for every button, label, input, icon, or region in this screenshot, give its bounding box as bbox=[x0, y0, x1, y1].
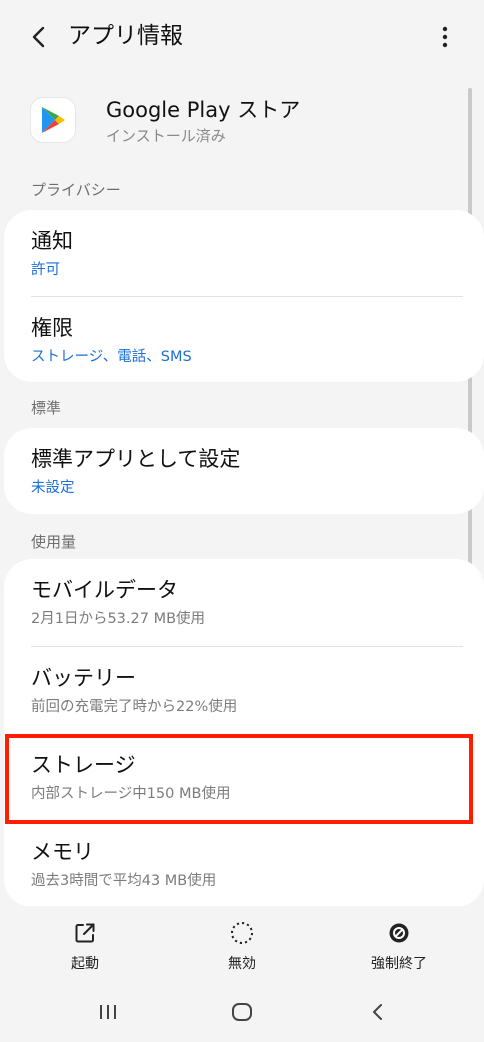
section-header-usage: 使用量 bbox=[31, 533, 77, 551]
open-button[interactable]: 起動 bbox=[40, 916, 130, 976]
recent-apps-button[interactable] bbox=[78, 994, 138, 1030]
battery-item[interactable]: バッテリー 前回の充電完了時から22%使用 bbox=[4, 647, 484, 734]
mobile-data-title: モバイルデータ bbox=[31, 578, 178, 602]
disable-circle-icon bbox=[231, 922, 253, 944]
google-play-icon bbox=[31, 98, 75, 142]
disable-button[interactable]: 無効 bbox=[197, 916, 287, 976]
home-button[interactable] bbox=[212, 994, 272, 1030]
permissions-item[interactable]: 権限 ストレージ、電話、SMS bbox=[4, 297, 484, 382]
set-default-app-value: 未設定 bbox=[31, 480, 75, 496]
memory-value: 過去3時間で平均43 MB使用 bbox=[31, 873, 217, 889]
storage-highlight-box bbox=[5, 734, 473, 824]
permissions-value: ストレージ、電話、SMS bbox=[31, 349, 192, 365]
disable-label: 無効 bbox=[228, 956, 256, 972]
open-external-icon bbox=[75, 923, 95, 943]
back-button[interactable] bbox=[22, 20, 56, 54]
app-install-status: インストール済み bbox=[106, 127, 226, 145]
nav-back-button[interactable] bbox=[348, 994, 408, 1030]
app-name: Google Play ストア bbox=[106, 98, 301, 122]
nav-back-icon bbox=[373, 1004, 382, 1020]
bottom-action-bar: 起動 無効 強制終了 bbox=[0, 906, 484, 982]
permissions-title: 権限 bbox=[31, 316, 73, 340]
more-options-button[interactable] bbox=[430, 20, 460, 54]
force-stop-button[interactable]: 強制終了 bbox=[354, 916, 444, 976]
mobile-data-item[interactable]: モバイルデータ 2月1日から53.27 MB使用 bbox=[4, 559, 484, 646]
defaults-card: 標準アプリとして設定 未設定 bbox=[4, 428, 484, 514]
section-header-privacy: プライバシー bbox=[31, 181, 121, 199]
memory-item[interactable]: メモリ 過去3時間で平均43 MB使用 bbox=[4, 821, 484, 907]
page-title: アプリ情報 bbox=[68, 23, 183, 49]
chevron-left-icon bbox=[32, 26, 45, 48]
set-default-app-title: 標準アプリとして設定 bbox=[31, 447, 241, 471]
recent-apps-icon bbox=[100, 1005, 116, 1019]
notifications-item[interactable]: 通知 許可 bbox=[4, 210, 484, 296]
set-default-app-item[interactable]: 標準アプリとして設定 未設定 bbox=[4, 428, 484, 514]
more-vert-icon bbox=[442, 26, 448, 48]
notifications-value: 許可 bbox=[31, 262, 60, 278]
privacy-card: 通知 許可 権限 ストレージ、電話、SMS bbox=[4, 210, 484, 382]
top-app-bar: アプリ情報 bbox=[0, 0, 484, 74]
app-info-screen: アプリ情報 Google Play ストア インストール済み プライバシー 通知 bbox=[0, 0, 484, 1042]
memory-title: メモリ bbox=[31, 840, 94, 864]
home-icon bbox=[232, 1003, 252, 1021]
notifications-title: 通知 bbox=[31, 229, 73, 253]
battery-value: 前回の充電完了時から22%使用 bbox=[31, 699, 238, 715]
app-summary: Google Play ストア インストール済み bbox=[0, 90, 484, 160]
force-stop-icon bbox=[389, 923, 409, 943]
section-header-defaults: 標準 bbox=[31, 399, 62, 417]
mobile-data-value: 2月1日から53.27 MB使用 bbox=[31, 611, 206, 627]
usage-card: モバイルデータ 2月1日から53.27 MB使用 バッテリー 前回の充電完了時か… bbox=[4, 559, 484, 907]
open-label: 起動 bbox=[71, 956, 99, 972]
battery-title: バッテリー bbox=[31, 666, 136, 690]
force-stop-label: 強制終了 bbox=[371, 956, 427, 972]
system-navigation-bar bbox=[0, 982, 484, 1042]
